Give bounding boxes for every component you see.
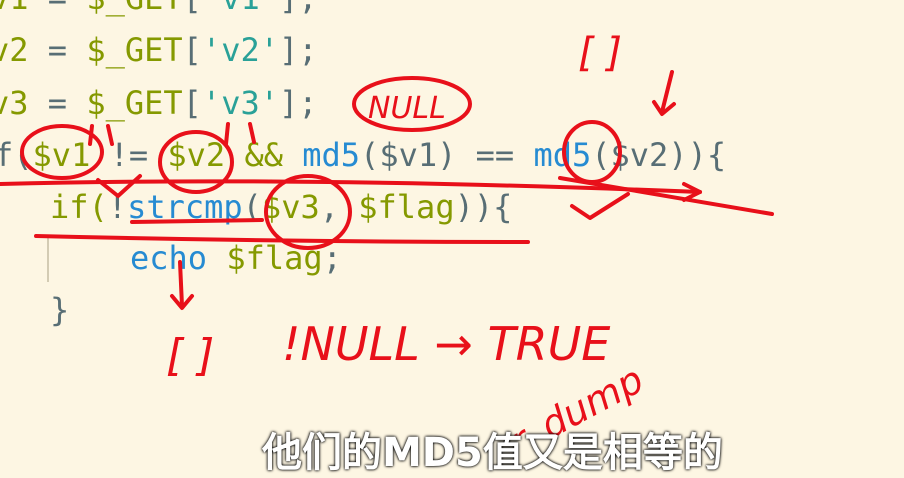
code-line-5: if(!strcmp($v3, $flag)){	[50, 187, 512, 227]
code-func: md5	[533, 136, 592, 174]
code-var: v2	[0, 31, 29, 69]
code-op: =	[28, 31, 87, 69]
code-line-2: v2 = $_GET['v2'];	[0, 30, 318, 70]
code-op: )){	[454, 188, 513, 226]
video-subtitle: 他们的MD5值又是相等的	[262, 430, 723, 476]
code-string: 'v1'	[202, 0, 279, 17]
code-var: v3	[0, 84, 29, 122]
code-line-4: f($v1 != $v2 && md5($v1) == md5($v2)){	[0, 135, 726, 175]
code-op: ];	[278, 84, 318, 122]
code-op: !	[107, 188, 128, 226]
code-line-7: }	[50, 290, 69, 330]
code-line-1: v1 = $_GET['v1'];	[0, 0, 318, 18]
code-op: ,	[319, 188, 359, 226]
code-arg: ($v2)	[591, 136, 688, 174]
code-keyword: if(	[50, 188, 108, 226]
code-editor: v1 = $_GET['v1']; v2 = $_GET['v2']; v3 =…	[0, 0, 904, 438]
code-var: $flag	[358, 188, 455, 226]
code-func: $_GET	[86, 0, 182, 17]
code-op: ];	[278, 31, 318, 69]
code-func: strcmp	[127, 188, 243, 226]
code-func: echo	[130, 239, 227, 277]
code-func: $_GET	[86, 31, 183, 69]
code-op: [	[182, 84, 202, 122]
code-var: $v2	[167, 136, 226, 174]
code-var: $v1	[32, 136, 91, 174]
code-op: &&	[225, 136, 303, 174]
code-var: $v3	[261, 188, 320, 226]
code-op: !=	[90, 136, 168, 174]
code-func: $_GET	[86, 84, 183, 122]
code-keyword: f(	[0, 136, 33, 174]
code-op: [	[182, 31, 202, 69]
code-op: =	[29, 0, 87, 17]
code-op: ){	[687, 136, 727, 174]
code-op: [	[183, 0, 202, 17]
code-op: ;	[322, 239, 342, 277]
indent-guide	[47, 238, 49, 282]
code-op: ==	[456, 136, 534, 174]
code-line-6: echo $flag;	[130, 238, 342, 278]
code-line-3: v3 = $_GET['v3'];	[0, 83, 318, 123]
code-string: 'v3'	[201, 84, 279, 122]
code-string: 'v2'	[201, 31, 279, 69]
code-arg: ($v1)	[360, 136, 457, 174]
code-op: ];	[279, 0, 318, 17]
code-op: =	[28, 84, 87, 122]
code-var: $flag	[226, 239, 323, 277]
code-func: md5	[302, 136, 361, 174]
code-brace: }	[50, 291, 70, 329]
code-var: v1	[0, 0, 29, 17]
code-op: (	[242, 188, 262, 226]
